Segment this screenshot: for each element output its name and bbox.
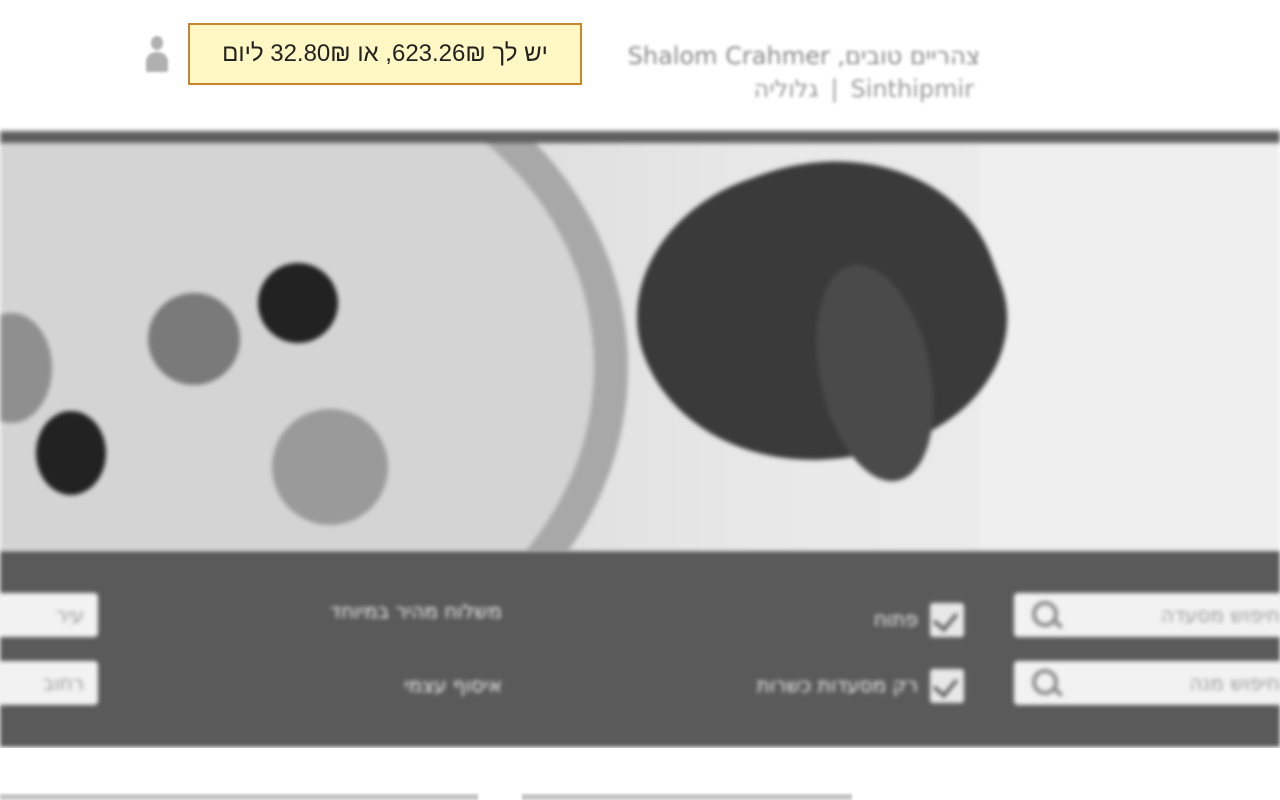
city-value: עיר bbox=[55, 603, 84, 627]
user-link-first[interactable]: Sinthipmir bbox=[844, 75, 980, 103]
link-separator: | bbox=[830, 75, 839, 103]
user-link-second[interactable]: גלוליה bbox=[748, 75, 825, 103]
pizza-topping bbox=[148, 293, 240, 385]
address-value: רחוב bbox=[42, 671, 84, 695]
kosher-checkbox[interactable] bbox=[930, 669, 964, 703]
pizza-topping bbox=[258, 263, 338, 343]
page-header: צהריים טובים, Shalom Crahmer Sinthipmir|… bbox=[0, 0, 1280, 130]
delivery-label[interactable]: משלוח מהיר במיוחד bbox=[330, 599, 502, 623]
user-links: Sinthipmir|גלוליה bbox=[560, 72, 980, 106]
search-icon bbox=[1032, 669, 1058, 695]
pickup-label[interactable]: איסוף עצמי bbox=[404, 673, 502, 697]
hero-banner bbox=[0, 131, 1280, 551]
user-icon[interactable] bbox=[144, 34, 170, 74]
address-input[interactable]: רחוב bbox=[0, 661, 98, 705]
dish-search-input[interactable]: חיפוש מנה bbox=[1014, 661, 1280, 705]
search-panel: חיפוש מסעדה חיפוש מנה פתוח רק מסעדות כשר… bbox=[0, 551, 1280, 747]
open-now-checkbox[interactable] bbox=[930, 603, 964, 637]
search-icon bbox=[1032, 601, 1058, 627]
wood-board bbox=[980, 143, 1280, 551]
dish-search-placeholder: חיפוש מנה bbox=[1189, 671, 1280, 695]
kosher-label: רק מסעדות כשרות bbox=[756, 673, 918, 697]
user-icon-body bbox=[146, 52, 168, 72]
city-input[interactable]: עיר bbox=[0, 593, 98, 637]
budget-tooltip: יש לך 623.26₪, או 32.80₪ ליום bbox=[188, 23, 582, 85]
pizza-topping bbox=[36, 411, 106, 495]
section-divider-right bbox=[522, 794, 852, 800]
pizza-topping bbox=[272, 409, 388, 525]
restaurant-search-input[interactable]: חיפוש מסעדה bbox=[1014, 593, 1280, 637]
restaurant-search-placeholder: חיפוש מסעדה bbox=[1160, 603, 1280, 627]
user-greeting-block: צהריים טובים, Shalom Crahmer Sinthipmir|… bbox=[560, 40, 980, 106]
open-now-label: פתוח bbox=[873, 607, 918, 631]
content-area bbox=[0, 748, 1280, 800]
greeting-text: צהריים טובים, Shalom Crahmer bbox=[627, 42, 980, 70]
section-divider-left bbox=[0, 794, 478, 800]
user-icon-head bbox=[151, 36, 163, 50]
